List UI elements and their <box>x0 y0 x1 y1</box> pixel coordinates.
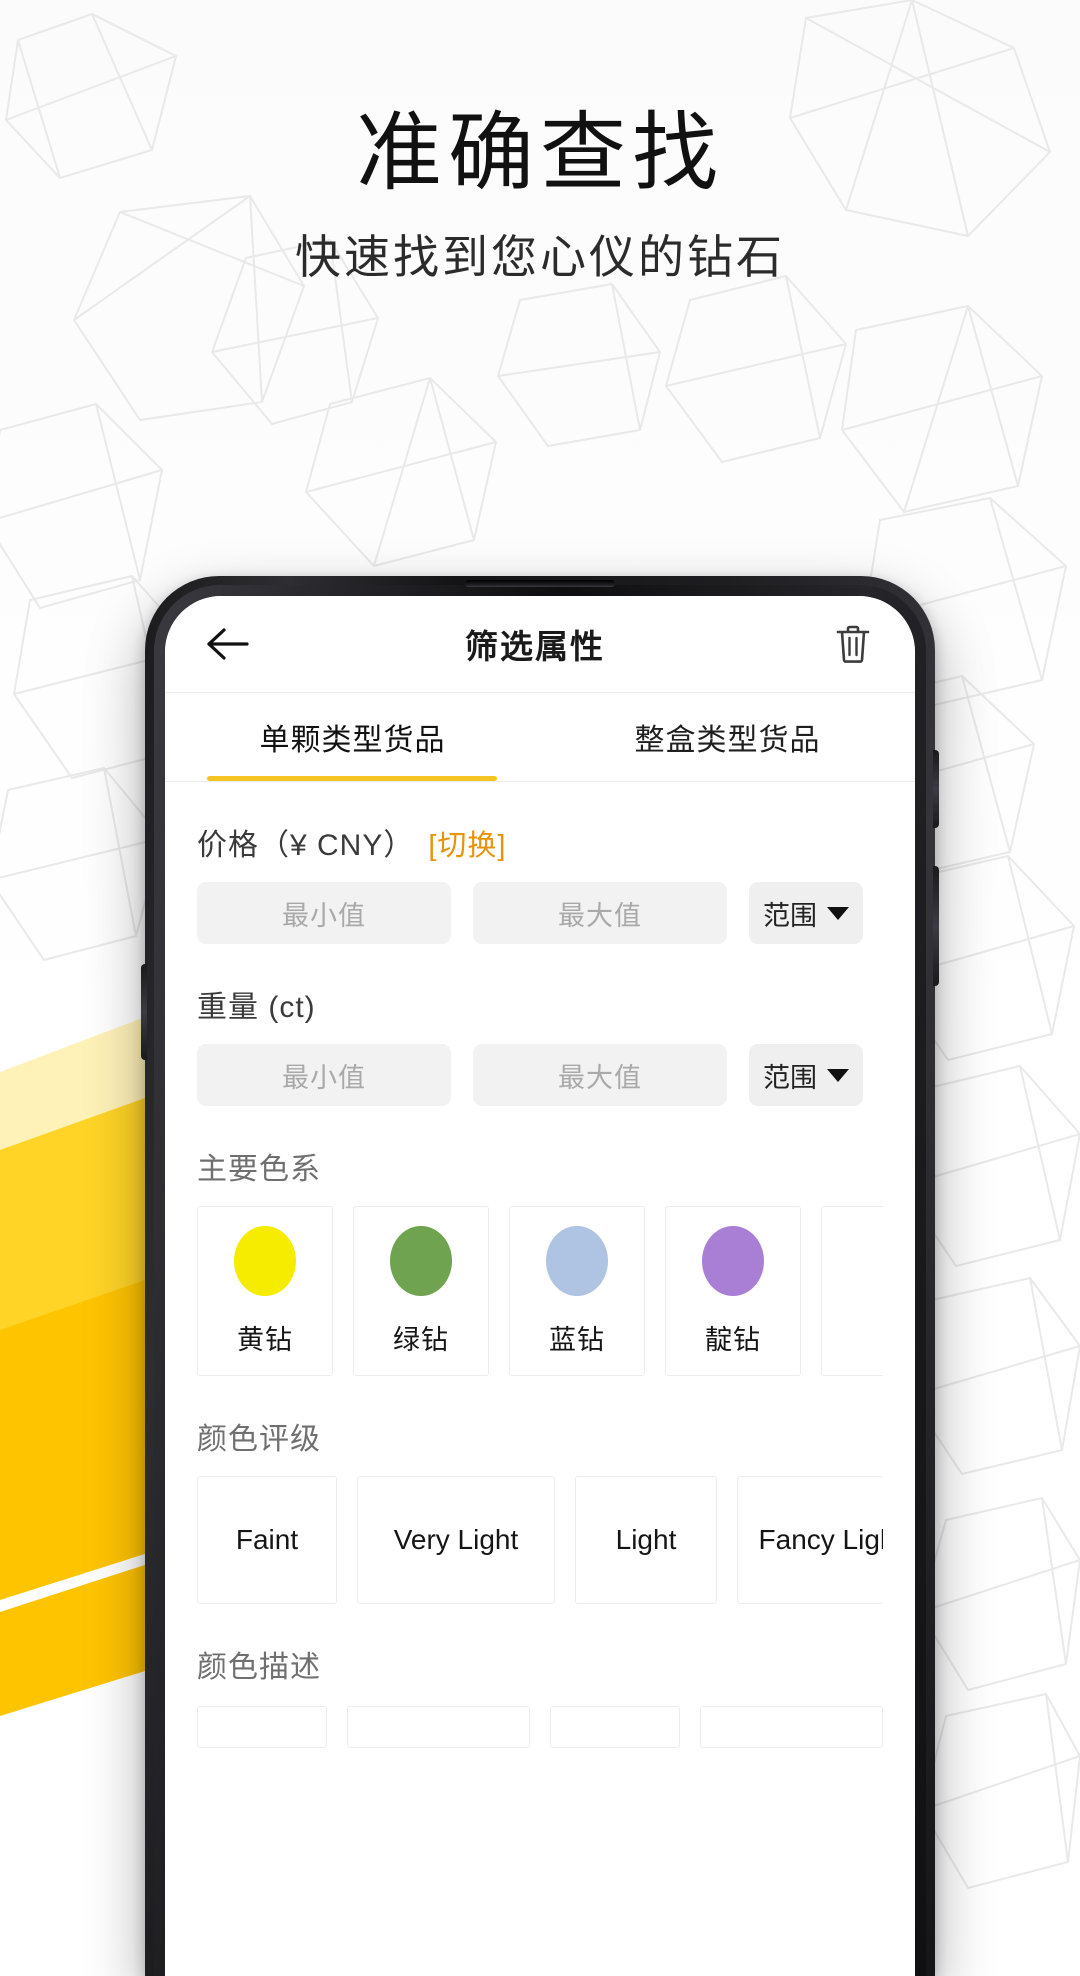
filter-form: 价格（¥ CNY） [切换] 最小值 最大值 范围 重量 (ct) 最小值 最大… <box>165 820 915 1748</box>
clear-filters-button[interactable] <box>825 616 881 672</box>
app-header: 筛选属性 <box>165 596 915 692</box>
weight-section-label: 重量 (ct) <box>197 982 883 1026</box>
color-dot-yellow <box>234 1225 296 1296</box>
weight-min-input[interactable]: 最小值 <box>197 1044 451 1106</box>
promo-subheadline: 快速找到您心仪的钻石 <box>295 231 785 284</box>
swatch-label: 黄钻 <box>237 1324 293 1355</box>
tab-single-stone-label: 单颗类型货品 <box>259 724 446 757</box>
color-desc-chip-row[interactable] <box>197 1706 883 1748</box>
swatch-card[interactable]: 靛钻 <box>665 1206 801 1376</box>
weight-mode-label: 范围 <box>763 1062 817 1093</box>
arrow-left-icon <box>207 628 249 660</box>
tabbar-divider <box>165 781 915 782</box>
currency-switch-link[interactable]: [切换] <box>428 822 506 864</box>
price-mode-dropdown[interactable]: 范围 <box>749 882 863 944</box>
weight-range-row: 最小值 最大值 范围 <box>197 1044 883 1106</box>
page-title: 筛选属性 <box>465 628 605 665</box>
color-dot-purple <box>702 1225 764 1296</box>
active-tab-indicator <box>207 776 497 781</box>
desc-chip[interactable] <box>346 1706 530 1748</box>
tab-single-stone[interactable]: 单颗类型货品 <box>165 693 540 781</box>
main-color-label-text: 主要色系 <box>197 1153 321 1186</box>
grade-chip[interactable]: Light <box>575 1476 717 1604</box>
desc-chip[interactable] <box>699 1706 883 1748</box>
main-color-section-label: 主要色系 <box>197 1144 883 1188</box>
grade-chip[interactable]: Faint <box>197 1476 337 1604</box>
color-desc-section-label: 颜色描述 <box>197 1642 883 1686</box>
goods-type-tabs: 单颗类型货品 整盒类型货品 <box>165 693 915 781</box>
color-desc-label-text: 颜色描述 <box>197 1651 321 1684</box>
phone-power-button <box>933 866 939 986</box>
weight-mode-dropdown[interactable]: 范围 <box>749 1044 863 1106</box>
phone-mockup: 筛选属性 单颗类型货品 整盒类型货品 价格（¥ CNY） [切换] 最小值 最大… <box>141 576 939 1976</box>
color-dot-green <box>390 1225 452 1296</box>
phone-screen: 筛选属性 单颗类型货品 整盒类型货品 价格（¥ CNY） [切换] 最小值 最大… <box>165 596 915 1976</box>
promo-headline: 准确查找 <box>356 105 724 201</box>
weight-max-input[interactable]: 最大值 <box>473 1044 727 1106</box>
color-dot-blue <box>546 1225 608 1296</box>
swatch-label: 靛钻 <box>705 1324 761 1355</box>
phone-earpiece <box>465 580 615 587</box>
tab-full-box-label: 整盒类型货品 <box>634 724 821 757</box>
phone-volume-button <box>933 750 939 828</box>
grade-chip[interactable]: Very Light <box>357 1476 555 1604</box>
color-grade-chip-row[interactable]: Faint Very Light Light Fancy Ligh <box>197 1476 883 1604</box>
promo-text-block: 准确查找 快速找到您心仪的钻石 <box>0 0 1080 285</box>
price-section-label: 价格（¥ CNY） [切换] <box>197 820 883 864</box>
weight-label-text: 重量 (ct) <box>197 991 316 1024</box>
price-mode-label: 范围 <box>763 900 817 931</box>
price-label-text: 价格（¥ CNY） <box>197 829 415 862</box>
phone-left-button <box>141 964 147 1060</box>
trash-icon <box>836 625 870 663</box>
price-range-row: 最小值 最大值 范围 <box>197 882 883 944</box>
swatch-card[interactable]: 黄钻 <box>197 1206 333 1376</box>
swatch-card[interactable]: 绿钻 <box>353 1206 489 1376</box>
grade-chip[interactable]: Fancy Ligh <box>737 1476 883 1604</box>
desc-chip[interactable] <box>197 1706 327 1748</box>
phone-frame: 筛选属性 单颗类型货品 整盒类型货品 价格（¥ CNY） [切换] 最小值 最大… <box>141 576 939 1976</box>
swatch-label: 绿钻 <box>393 1324 449 1355</box>
color-grade-label-text: 颜色评级 <box>197 1423 321 1456</box>
chevron-down-icon <box>827 1068 849 1082</box>
chevron-down-icon <box>827 906 849 920</box>
swatch-card-partial[interactable] <box>821 1206 883 1376</box>
price-min-input[interactable]: 最小值 <box>197 882 451 944</box>
swatch-card[interactable]: 蓝钻 <box>509 1206 645 1376</box>
tab-full-box[interactable]: 整盒类型货品 <box>540 693 915 781</box>
desc-chip[interactable] <box>550 1706 680 1748</box>
price-max-input[interactable]: 最大值 <box>473 882 727 944</box>
swatch-label: 蓝钻 <box>549 1324 605 1355</box>
main-color-swatch-row[interactable]: 黄钻 绿钻 蓝钻 靛钻 <box>197 1206 883 1376</box>
color-grade-section-label: 颜色评级 <box>197 1414 883 1458</box>
